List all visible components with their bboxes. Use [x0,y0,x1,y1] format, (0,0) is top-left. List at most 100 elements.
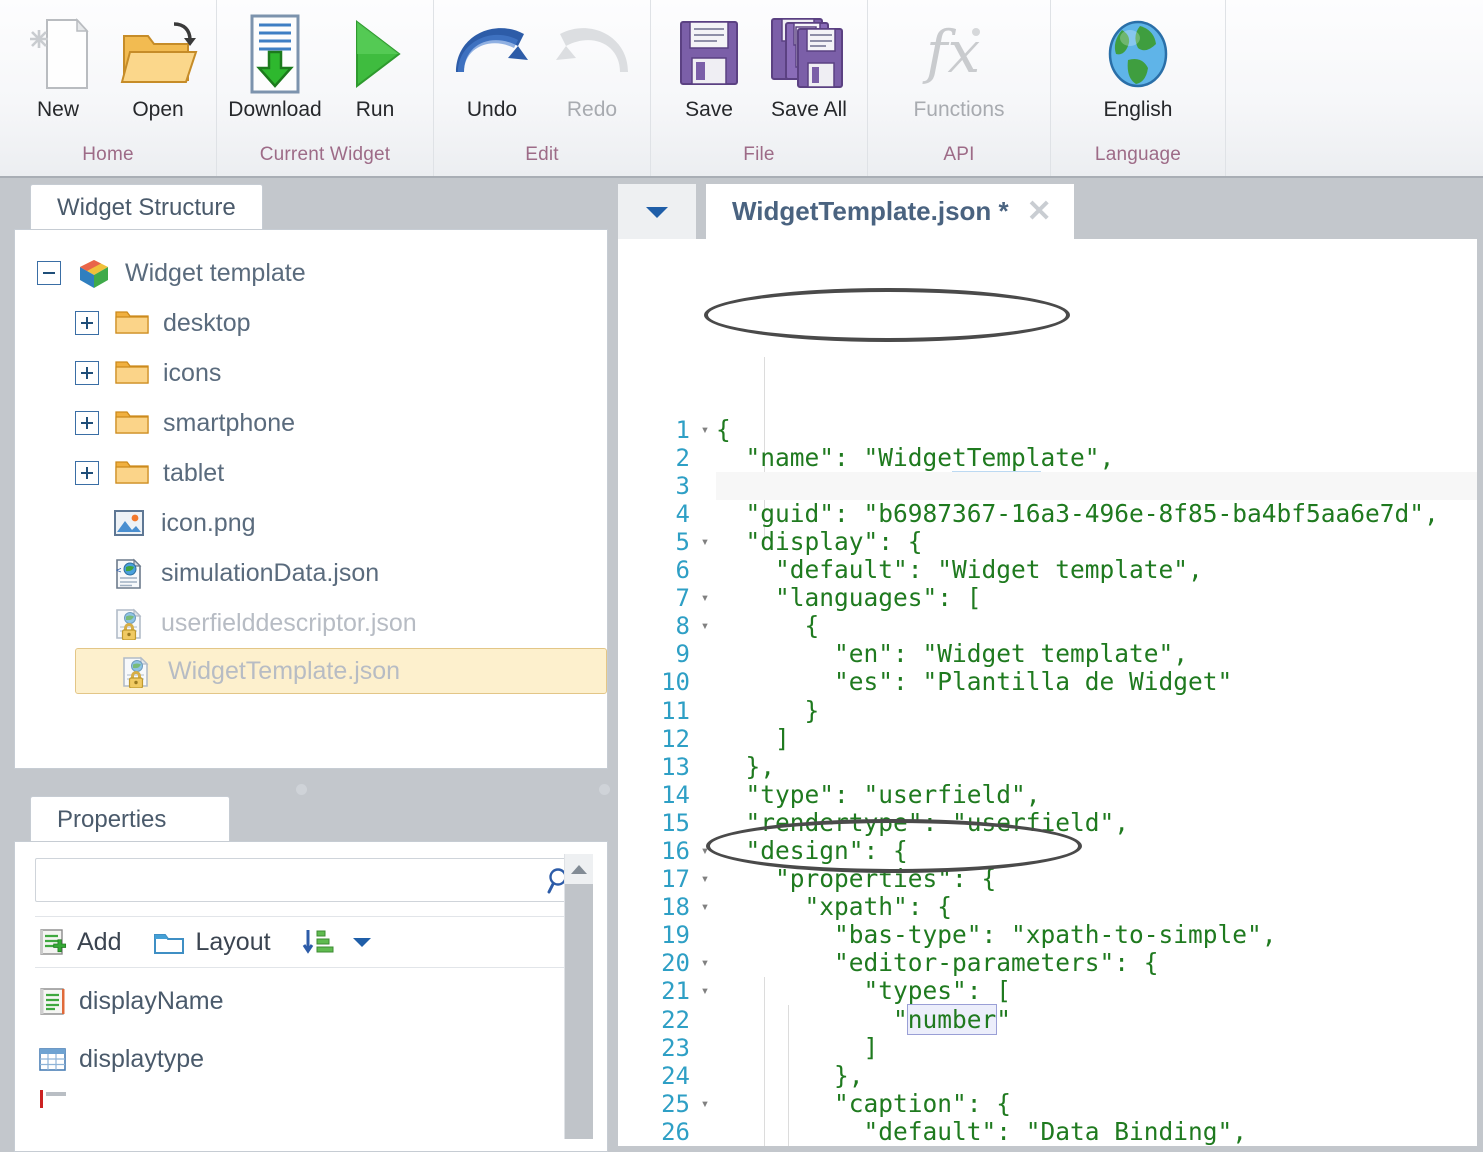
work-area: Widget Structure Widget template desktop… [0,178,1483,1152]
fold-toggle-icon[interactable]: ▾ [694,584,716,612]
scroll-up-arrow-icon[interactable] [565,854,593,884]
svg-text:fx: fx [922,18,980,86]
code-line[interactable]: 4 "guid": "b6987367-16a3-496e-8f85-ba4bf… [618,499,1477,528]
collapse-icon[interactable] [37,261,61,285]
save-button[interactable]: Save [659,6,759,122]
tree-item-label: userfielddescriptor.json [161,608,417,637]
fold-toggle-icon[interactable]: ▾ [694,893,716,921]
code-line[interactable]: 2 "name": "WidgetTemplate", [618,443,1477,472]
editor-tab-dropdown-button[interactable] [618,184,696,239]
tree-item-label: WidgetTemplate.json [168,656,401,685]
code-line[interactable]: 12 ] [618,723,1477,753]
code-line-text: "types": [ [716,976,1012,1006]
code-line[interactable]: 14 "type": "userfield", [618,780,1477,809]
run-button[interactable]: Run [325,6,425,122]
sort-button[interactable] [301,927,373,957]
property-item-displaytype[interactable]: displaytype [37,1030,607,1088]
open-button[interactable]: Open [108,6,208,122]
code-line[interactable]: 18 ▾ "xpath": { [618,893,1477,922]
fold-toggle-icon[interactable]: ▾ [694,865,716,893]
add-property-button[interactable]: Add [37,927,121,957]
download-button[interactable]: Download [225,6,325,122]
code-line-text: "en": "Widget template", [716,639,1189,669]
search-input[interactable] [35,858,587,902]
expand-icon[interactable] [75,411,99,435]
tab-properties[interactable]: Properties [30,796,230,842]
fold-toggle-icon[interactable]: ▾ [694,977,716,1005]
code-line-text: }, [716,1060,864,1090]
code-line[interactable]: 22 "number" [618,1003,1477,1035]
code-line[interactable]: 16 ▾ "design": { [618,836,1477,865]
property-item-displayname[interactable]: displayName [37,972,607,1030]
scrollbar-thumb[interactable] [565,884,593,1139]
save-all-button[interactable]: Save All [759,6,859,122]
tab-widget-structure[interactable]: Widget Structure [30,184,263,230]
language-button[interactable]: English [1059,6,1217,122]
folder-icon [115,458,149,488]
fold-toggle-icon[interactable]: ▾ [694,949,716,977]
json-code-editor[interactable]: 1▾{2 "name": "WidgetTemplate",3 "data-ty… [618,239,1477,1146]
chevron-down-icon[interactable] [351,935,373,949]
undo-button[interactable]: Undo [442,6,542,122]
code-line[interactable]: 15 "rendertype": "userfield", [618,808,1477,837]
code-line[interactable]: 20 ▾ "editor-parameters": { [618,949,1477,978]
code-line-text: "languages": [ [716,583,982,613]
tree-item-label: desktop [163,308,251,337]
tree-item-smartphone[interactable]: smartphone [75,398,607,448]
expand-icon[interactable] [75,461,99,485]
tab-widget-structure-label: Widget Structure [57,193,236,221]
properties-tab-row: Properties [14,796,608,842]
code-line[interactable]: 26 "default": "Data Binding", [618,1117,1477,1146]
line-number: 25 [661,1089,690,1118]
code-line[interactable]: 13 }, [618,752,1477,781]
code-line[interactable]: 21 ▾ "types": [ [618,976,1477,1006]
property-item-partial[interactable] [37,1088,607,1108]
fold-toggle-icon[interactable]: ▾ [694,416,716,444]
line-number: 14 [661,780,690,809]
tree-item-simulationdata-json[interactable]: < simulationData.json [75,548,607,598]
code-line[interactable]: 5 ▾ "display": { [618,527,1477,556]
code-line[interactable]: 6 "default": "Widget template", [618,555,1477,585]
undo-arrow-icon [452,12,532,96]
code-line-text: ] [716,723,790,753]
code-line[interactable]: 17 ▾ "properties": { [618,864,1477,893]
floppy-disk-icon [673,12,745,96]
fold-toggle-icon[interactable]: ▾ [694,612,716,640]
code-line[interactable]: 10 "es": "Plantilla de Widget" [618,668,1477,697]
layout-button[interactable]: Layout [153,928,271,957]
code-line[interactable]: 8 ▾ { [618,612,1477,641]
close-icon[interactable]: ✕ [1027,196,1052,227]
tree-item-widgettemplate-json[interactable]: WidgetTemplate.json [75,648,607,694]
tree-item-desktop[interactable]: desktop [75,298,607,348]
fold-toggle-icon[interactable]: ▾ [694,837,716,865]
code-line[interactable]: 7 ▾ "languages": [ [618,583,1477,613]
code-line[interactable]: 9 "en": "Widget template", [618,639,1477,669]
line-number: 24 [661,1061,690,1090]
expand-icon[interactable] [75,361,99,385]
folder-icon [115,408,149,438]
code-line[interactable]: 19 "bas-type": "xpath-to-simple", [618,921,1477,950]
expand-icon[interactable] [75,311,99,335]
tree-item-tablet[interactable]: tablet [75,448,607,498]
code-line[interactable]: 23 ] [618,1033,1477,1062]
splitter-dot [296,784,307,795]
tree-item-icon-png[interactable]: icon.png [75,498,607,548]
editor-tab-widgettemplate[interactable]: WidgetTemplate.json * ✕ [706,184,1074,239]
new-button[interactable]: New [8,6,108,122]
code-line[interactable]: 3 "data-type": "number", [618,470,1477,500]
fold-toggle-icon[interactable]: ▾ [694,528,716,556]
line-number: 22 [661,1005,690,1034]
tree-item-widget-template[interactable]: Widget template [37,248,607,298]
code-line[interactable]: 24 }, [618,1060,1477,1090]
code-line[interactable]: 11 } [618,696,1477,725]
tree-item-userfielddescriptor-json[interactable]: userfielddescriptor.json [75,598,607,648]
line-number: 6 [675,556,690,585]
line-number: 5 [675,527,690,556]
code-line[interactable]: 25 ▾ "caption": { [618,1089,1477,1118]
fold-toggle-icon[interactable]: ▾ [694,1090,716,1118]
ribbon-group-edit-label: Edit [525,144,559,165]
properties-scrollbar[interactable] [564,854,593,1139]
code-line[interactable]: 1 ▾{ [618,415,1477,444]
tree-item-icons[interactable]: icons [75,348,607,398]
save-all-button-label: Save All [771,98,847,121]
